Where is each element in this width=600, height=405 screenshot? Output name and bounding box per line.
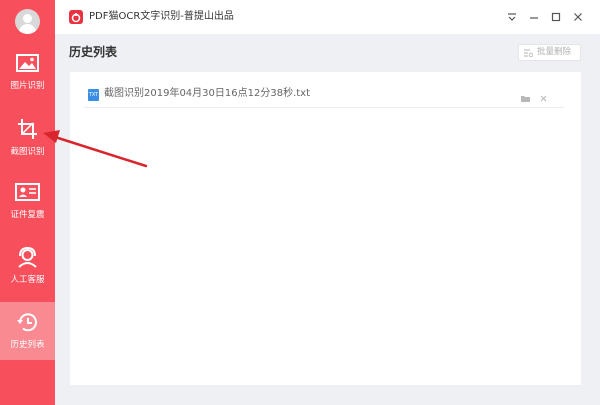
download-icon[interactable]: [505, 10, 519, 24]
app-logo-icon: [69, 10, 83, 24]
maximize-icon[interactable]: [549, 10, 563, 24]
minimize-icon[interactable]: [527, 10, 541, 24]
sidebar-item-label: 人工客服: [10, 275, 45, 285]
history-icon: [17, 313, 37, 332]
page-title: 历史列表: [69, 45, 118, 59]
sidebar: 图片识别 截图识别 证件复震 人工客服 历史列表: [0, 0, 55, 405]
sidebar-item-label: 截图识别: [10, 147, 45, 157]
sidebar-item-screenshot-recognition[interactable]: 截图识别: [0, 109, 55, 167]
image-icon: [16, 54, 39, 72]
remove-item-icon[interactable]: [538, 89, 549, 102]
title-bar: PDF猫OCR文字识别-普提山出品: [55, 0, 600, 34]
history-list-panel: TXT 截图识别2019年04月30日16点12分38秒.txt: [70, 72, 581, 385]
sidebar-item-label: 历史列表: [10, 340, 45, 350]
file-name[interactable]: 截图识别2019年04月30日16点12分38秒.txt: [104, 87, 310, 101]
sidebar-item-customer-service[interactable]: 人工客服: [0, 237, 55, 295]
sidebar-item-id-card[interactable]: 证件复震: [0, 172, 55, 230]
avatar-head: [23, 14, 32, 23]
main-content: 历史列表 批量删除 TXT 截图识别2019年04月30日16点12分38秒.t…: [55, 34, 600, 405]
app-title: PDF猫OCR文字识别-普提山出品: [89, 11, 234, 22]
avatar-body: [19, 24, 36, 34]
open-folder-icon[interactable]: [520, 89, 531, 102]
customer-service-icon: [18, 246, 37, 268]
crop-icon: [18, 119, 37, 139]
close-icon[interactable]: [571, 10, 585, 24]
batch-delete-label: 批量删除: [537, 47, 572, 57]
batch-delete-button[interactable]: 批量删除: [518, 44, 581, 61]
id-card-icon: [15, 183, 40, 201]
list-delete-icon: [524, 49, 533, 57]
list-item[interactable]: TXT 截图识别2019年04月30日16点12分38秒.txt: [84, 80, 564, 108]
user-avatar[interactable]: [15, 9, 40, 34]
sidebar-item-history[interactable]: 历史列表: [0, 302, 55, 360]
sidebar-item-label: 证件复震: [10, 210, 45, 220]
txt-file-icon: TXT: [88, 89, 99, 101]
sidebar-item-label: 图片识别: [10, 81, 45, 91]
sidebar-item-image-recognition[interactable]: 图片识别: [0, 43, 55, 101]
